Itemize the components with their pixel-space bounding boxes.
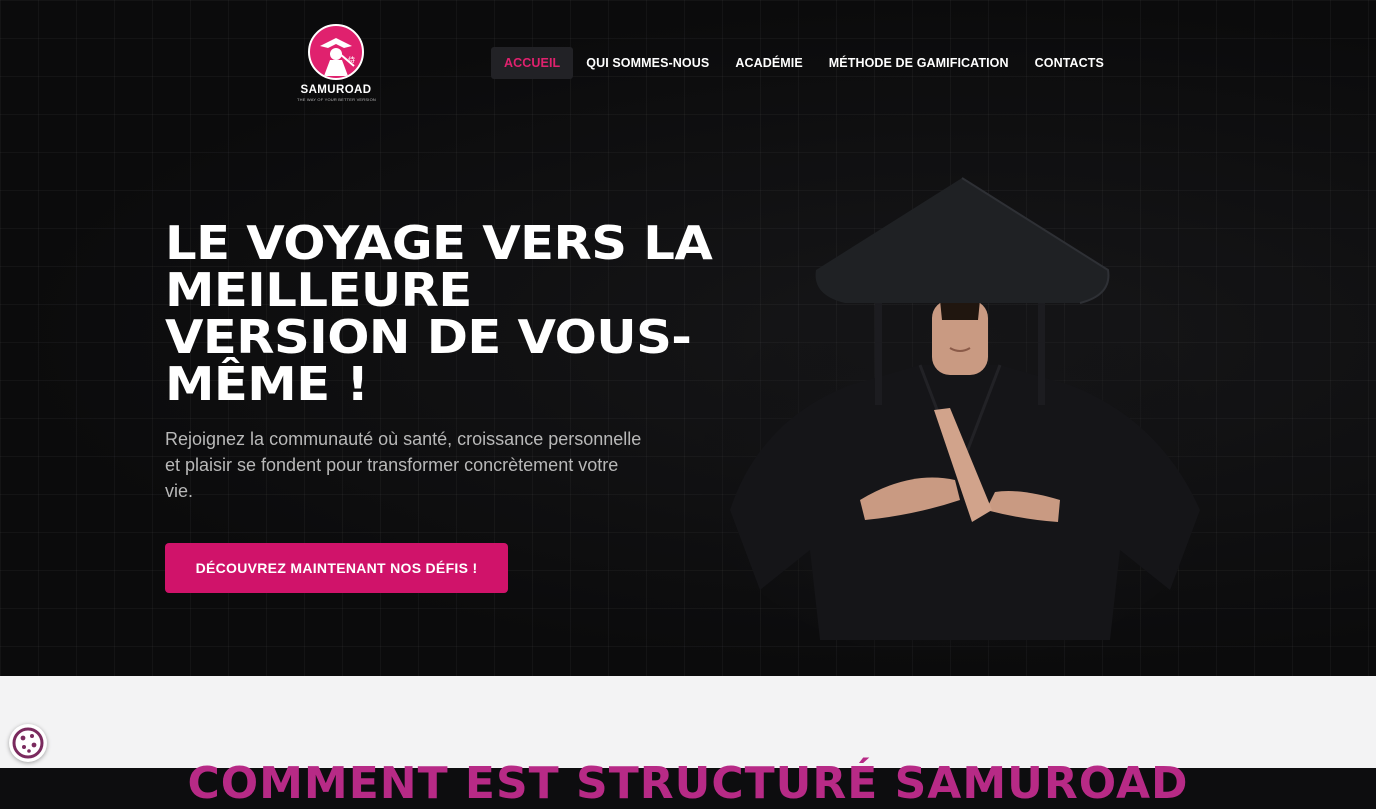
section-title: COMMENT EST STRUCTURÉ SAMUROAD (187, 758, 1189, 809)
cookie-settings-button[interactable] (9, 724, 47, 762)
samurai-logo-icon: 侍 (308, 24, 364, 80)
nav-item-accueil[interactable]: ACCUEIL (491, 47, 574, 79)
nav-item-qui-sommes-nous[interactable]: QUI SOMMES-NOUS (573, 47, 722, 79)
nav-item-contacts[interactable]: CONTACTS (1022, 47, 1117, 79)
hero-headline: LE VOYAGE VERS LA MEILLEURE VERSION DE V… (165, 216, 713, 411)
nav-item-methode-gamification[interactable]: MÉTHODE DE GAMIFICATION (816, 47, 1022, 79)
cookie-icon (12, 727, 44, 759)
logo-tagline: THE WAY OF YOUR BETTER VERSION (297, 97, 376, 102)
samurai-photo (700, 170, 1220, 660)
main-nav: ACCUEIL QUI SOMMES-NOUS ACADÉMIE MÉTHODE… (491, 47, 1117, 79)
hero-section: 侍 SAMUROAD THE WAY OF YOUR BETTER VERSIO… (0, 0, 1376, 676)
discover-challenges-button[interactable]: DÉCOUVREZ MAINTENANT NOS DÉFIS ! (165, 543, 508, 593)
logo-name: SAMUROAD (300, 84, 372, 96)
svg-text:侍: 侍 (348, 56, 355, 64)
structure-section (0, 676, 1376, 768)
hero-subtitle: Rejoignez la communauté où santé, croiss… (165, 429, 642, 501)
nav-item-academie[interactable]: ACADÉMIE (722, 47, 815, 79)
logo[interactable]: 侍 SAMUROAD THE WAY OF YOUR BETTER VERSIO… (297, 24, 376, 102)
